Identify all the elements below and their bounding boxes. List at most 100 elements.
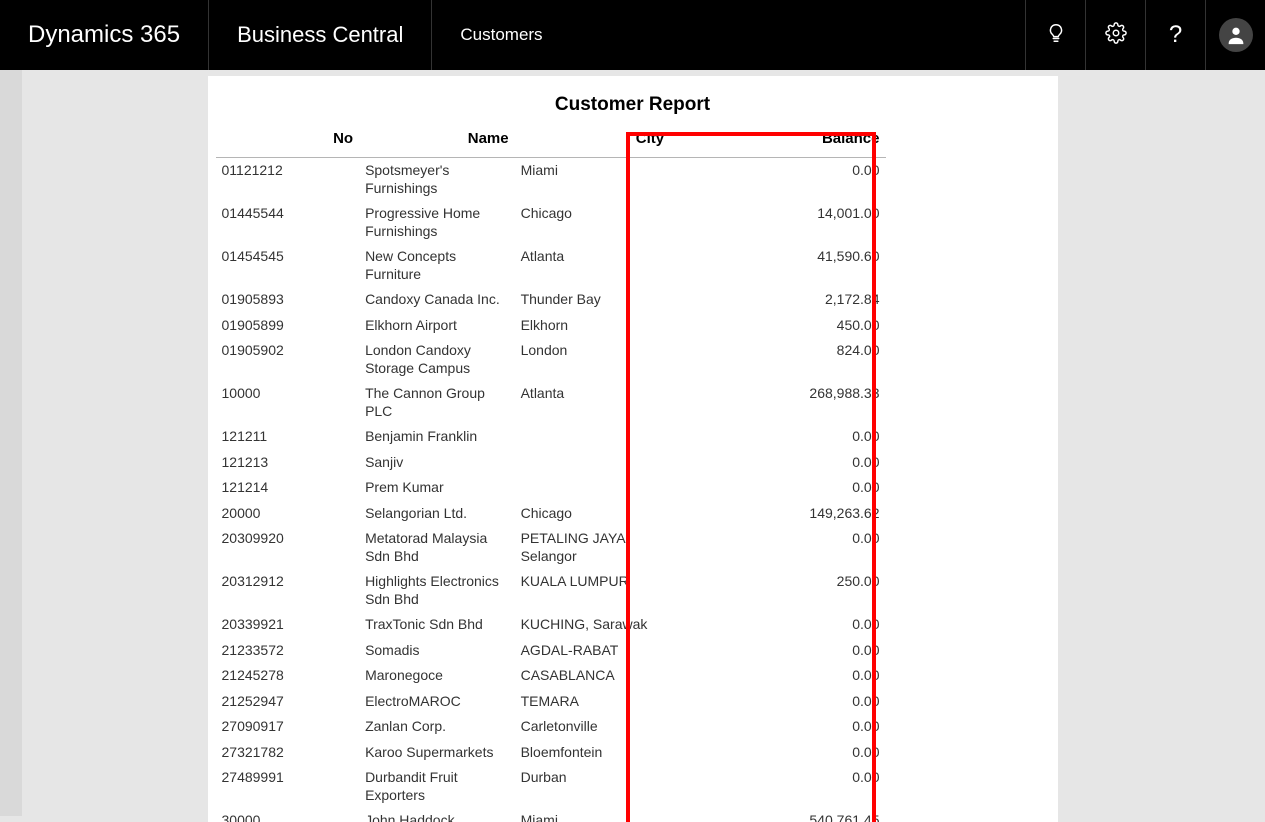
- cell-balance: 0.00: [754, 612, 886, 638]
- spacer: [571, 0, 1025, 70]
- cell-no: 20339921: [216, 612, 360, 638]
- cell-city: Elkhorn: [515, 313, 671, 339]
- cell-city: Durban: [515, 765, 671, 808]
- cell-name: The Cannon Group PLC: [359, 381, 515, 424]
- table-header-row: No Name City Balance: [216, 130, 886, 158]
- col-header-gap: [670, 130, 754, 158]
- cell-balance: 824.00: [754, 338, 886, 381]
- cell-city: [515, 424, 671, 450]
- help-button[interactable]: ?: [1145, 0, 1205, 70]
- cell-no: 01454545: [216, 244, 360, 287]
- cell-city: [515, 475, 671, 501]
- cell-name: Zanlan Corp.: [359, 714, 515, 740]
- table-row: 27489991Durbandit Fruit ExportersDurban0…: [216, 765, 886, 808]
- avatar-icon: [1219, 18, 1253, 52]
- cell-balance: 0.00: [754, 689, 886, 715]
- cell-name: Benjamin Franklin: [359, 424, 515, 450]
- cell-city: Atlanta: [515, 244, 671, 287]
- cell-gap: [670, 612, 754, 638]
- brand-business-central[interactable]: Business Central: [209, 0, 432, 70]
- table-row: 21233572SomadisAGDAL-RABAT0.00: [216, 638, 886, 664]
- cell-gap: [670, 569, 754, 612]
- insights-button[interactable]: [1025, 0, 1085, 70]
- cell-city: AGDAL-RABAT: [515, 638, 671, 664]
- cell-no: 121211: [216, 424, 360, 450]
- cell-name: Prem Kumar: [359, 475, 515, 501]
- cell-gap: [670, 338, 754, 381]
- cell-gap: [670, 808, 754, 822]
- cell-name: John Haddock Insurance Co.: [359, 808, 515, 822]
- cell-no: 21233572: [216, 638, 360, 664]
- cell-no: 20312912: [216, 569, 360, 612]
- cell-city: Atlanta: [515, 381, 671, 424]
- cell-name: Karoo Supermarkets: [359, 740, 515, 766]
- cell-no: 27321782: [216, 740, 360, 766]
- cell-gap: [670, 765, 754, 808]
- cell-gap: [670, 501, 754, 527]
- cell-gap: [670, 663, 754, 689]
- cell-gap: [670, 714, 754, 740]
- cell-no: 30000: [216, 808, 360, 822]
- cell-city: TEMARA: [515, 689, 671, 715]
- cell-name: Metatorad Malaysia Sdn Bhd: [359, 526, 515, 569]
- cell-city: Thunder Bay: [515, 287, 671, 313]
- table-row: 20000Selangorian Ltd.Chicago149,263.62: [216, 501, 886, 527]
- cell-balance: 0.00: [754, 740, 886, 766]
- table-row: 10000The Cannon Group PLCAtlanta268,988.…: [216, 381, 886, 424]
- brand-label: Dynamics 365: [28, 21, 180, 49]
- cell-name: Somadis: [359, 638, 515, 664]
- cell-city: Miami: [515, 808, 671, 822]
- page-label: Customers: [460, 25, 542, 45]
- cell-city: KUCHING, Sarawak: [515, 612, 671, 638]
- table-row: 01905899Elkhorn AirportElkhorn450.00: [216, 313, 886, 339]
- cell-balance: 0.00: [754, 663, 886, 689]
- table-row: 27090917Zanlan Corp.Carletonville0.00: [216, 714, 886, 740]
- cell-no: 20309920: [216, 526, 360, 569]
- cell-city: London: [515, 338, 671, 381]
- report-page: Customer Report No Name City Balance 011…: [208, 76, 1058, 822]
- cell-balance: 450.00: [754, 313, 886, 339]
- report-title: Customer Report: [208, 76, 1058, 130]
- cell-gap: [670, 526, 754, 569]
- brand-dynamics[interactable]: Dynamics 365: [0, 0, 209, 70]
- table-row: 30000John Haddock Insurance Co.Miami540,…: [216, 808, 886, 822]
- table-row: 121214Prem Kumar0.00: [216, 475, 886, 501]
- customer-report-table: No Name City Balance 01121212Spotsmeyer'…: [216, 130, 886, 822]
- top-nav-bar: Dynamics 365 Business Central Customers …: [0, 0, 1265, 70]
- cell-balance: 0.00: [754, 450, 886, 476]
- user-avatar[interactable]: [1205, 0, 1265, 70]
- cell-city: CASABLANCA: [515, 663, 671, 689]
- cell-balance: 0.00: [754, 714, 886, 740]
- table-row: 27321782Karoo SupermarketsBloemfontein 0.…: [216, 740, 886, 766]
- cell-gap: [670, 689, 754, 715]
- table-row: 20312912Highlights Electronics Sdn BhdKU…: [216, 569, 886, 612]
- cell-name: Durbandit Fruit Exporters: [359, 765, 515, 808]
- cell-gap: [670, 244, 754, 287]
- cell-balance: 41,590.60: [754, 244, 886, 287]
- table-row: 21245278MaronegoceCASABLANCA0.00: [216, 663, 886, 689]
- cell-balance: 0.00: [754, 424, 886, 450]
- cell-name: New Concepts Furniture: [359, 244, 515, 287]
- cell-city: KUALA LUMPUR: [515, 569, 671, 612]
- cell-name: Maronegoce: [359, 663, 515, 689]
- cell-no: 20000: [216, 501, 360, 527]
- cell-city: Bloemfontein: [515, 740, 671, 766]
- cell-gap: [670, 313, 754, 339]
- cell-no: 27489991: [216, 765, 360, 808]
- table-row: 20339921TraxTonic Sdn BhdKUCHING, Sarawa…: [216, 612, 886, 638]
- help-icon: ?: [1169, 21, 1182, 49]
- cell-name: London Candoxy Storage Campus: [359, 338, 515, 381]
- cell-name: Candoxy Canada Inc.: [359, 287, 515, 313]
- breadcrumb-page[interactable]: Customers: [432, 0, 570, 70]
- cell-name: Progressive Home Furnishings: [359, 201, 515, 244]
- cell-city: [515, 450, 671, 476]
- cell-gap: [670, 201, 754, 244]
- table-row: 01905893Candoxy Canada Inc.Thunder Bay2,…: [216, 287, 886, 313]
- cell-balance: 0.00: [754, 526, 886, 569]
- cell-no: 01905893: [216, 287, 360, 313]
- settings-button[interactable]: [1085, 0, 1145, 70]
- table-row: 21252947ElectroMAROCTEMARA0.00: [216, 689, 886, 715]
- cell-name: TraxTonic Sdn Bhd: [359, 612, 515, 638]
- gear-icon: [1105, 22, 1127, 49]
- cell-gap: [670, 287, 754, 313]
